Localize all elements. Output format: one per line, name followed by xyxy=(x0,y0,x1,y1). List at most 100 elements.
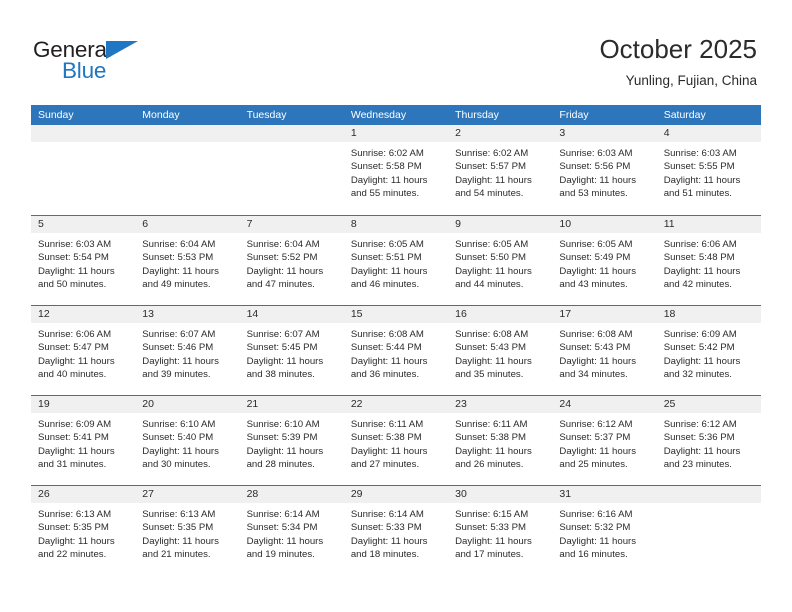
sunrise-text: Sunrise: 6:15 AM xyxy=(455,509,529,520)
logo-text-blue: Blue xyxy=(62,58,107,83)
calendar-day-cell[interactable]: 10 Sunrise: 6:05 AM Sunset: 5:49 PM Dayligh… xyxy=(552,216,657,305)
calendar-day-cell[interactable]: 22 Sunrise: 6:11 AM Sunset: 5:38 PM Dayligh… xyxy=(343,396,449,485)
sunrise-text: Sunrise: 6:02 AM xyxy=(455,148,529,159)
sunset-text: Sunset: 5:38 PM xyxy=(350,432,422,444)
day-detail-block xyxy=(31,142,135,147)
daylight-text-line1: Daylight: 11 hours xyxy=(246,265,324,277)
sunset-text: Sunset: 5:42 PM xyxy=(663,342,735,354)
sunset-text: Sunset: 5:39 PM xyxy=(246,432,318,444)
day-number: 21 xyxy=(239,396,344,413)
calendar-day-cell[interactable]: 15 Sunrise: 6:08 AM Sunset: 5:44 PM Dayligh… xyxy=(343,306,449,395)
calendar-day-cell[interactable]: 3 Sunrise: 6:03 AM Sunset: 5:56 PM Daylight… xyxy=(552,125,657,214)
calendar-day-cell[interactable]: 8 Sunrise: 6:05 AM Sunset: 5:51 PM Daylight… xyxy=(343,216,449,305)
daylight-text-line2: and 35 minutes. xyxy=(455,369,524,381)
calendar-day-cell[interactable]: 13 Sunrise: 6:07 AM Sunset: 5:46 PM Dayligh… xyxy=(135,306,240,395)
calendar-day-cell[interactable]: 29 Sunrise: 6:14 AM Sunset: 5:33 PM Dayligh… xyxy=(343,486,449,575)
calendar-day-cell[interactable]: 21 Sunrise: 6:10 AM Sunset: 5:39 PM Dayligh… xyxy=(239,396,344,485)
day-number: 23 xyxy=(448,396,553,413)
calendar-day-cell[interactable]: 17 Sunrise: 6:08 AM Sunset: 5:43 PM Dayligh… xyxy=(552,306,657,395)
daylight-text-line2: and 36 minutes. xyxy=(350,369,420,381)
calendar-day-cell[interactable]: 14 Sunrise: 6:07 AM Sunset: 5:45 PM Dayligh… xyxy=(239,306,344,395)
calendar-day-cell[interactable]: 12 Sunrise: 6:06 AM Sunset: 5:47 PM Dayligh… xyxy=(31,306,136,395)
day-number: 22 xyxy=(343,396,449,413)
sunset-text: Sunset: 5:52 PM xyxy=(246,252,318,264)
day-number xyxy=(239,125,344,142)
calendar-day-cell[interactable]: 16 Sunrise: 6:08 AM Sunset: 5:43 PM Dayligh… xyxy=(448,306,553,395)
daylight-text-line1: Daylight: 11 hours xyxy=(246,535,324,547)
day-number: 29 xyxy=(343,486,449,503)
calendar-day-cell[interactable]: 19 Sunrise: 6:09 AM Sunset: 5:41 PM Dayligh… xyxy=(31,396,136,485)
daylight-text-line1: Daylight: 11 hours xyxy=(142,535,219,547)
day-number: 14 xyxy=(239,306,344,323)
daylight-text-line2: and 17 minutes. xyxy=(455,549,524,561)
sunrise-text: Sunrise: 6:05 AM xyxy=(455,239,529,250)
day-number: 31 xyxy=(552,486,657,503)
day-detail-block: Sunrise: 6:02 AM Sunset: 5:57 PM Daylight:… xyxy=(448,142,552,201)
calendar-day-cell[interactable]: 28 Sunrise: 6:14 AM Sunset: 5:34 PM Dayligh… xyxy=(239,486,344,575)
calendar-day-cell[interactable]: 5 Sunrise: 6:03 AM Sunset: 5:54 PM Daylight… xyxy=(31,216,136,305)
sunset-text: Sunset: 5:45 PM xyxy=(246,342,318,354)
calendar-day-cell-empty xyxy=(31,125,136,214)
calendar-week-row: 26 Sunrise: 6:13 AM Sunset: 5:35 PM Dayligh… xyxy=(31,485,761,575)
day-detail-block: Sunrise: 6:03 AM Sunset: 5:56 PM Daylight:… xyxy=(552,142,656,201)
sunset-text: Sunset: 5:35 PM xyxy=(38,522,109,534)
daylight-text-line2: and 46 minutes. xyxy=(350,279,420,291)
daylight-text-line2: and 32 minutes. xyxy=(663,369,732,381)
calendar-day-cell[interactable]: 6 Sunrise: 6:04 AM Sunset: 5:53 PM Daylight… xyxy=(135,216,240,305)
sunset-text: Sunset: 5:56 PM xyxy=(559,161,631,173)
sunrise-text: Sunrise: 6:11 AM xyxy=(455,419,528,430)
calendar-day-cell[interactable]: 18 Sunrise: 6:09 AM Sunset: 5:42 PM Dayligh… xyxy=(656,306,761,395)
sunrise-text: Sunrise: 6:03 AM xyxy=(663,148,737,159)
sunset-text: Sunset: 5:57 PM xyxy=(455,161,527,173)
sunrise-text: Sunrise: 6:05 AM xyxy=(350,239,424,250)
calendar-day-cell[interactable]: 25 Sunrise: 6:12 AM Sunset: 5:36 PM Dayligh… xyxy=(656,396,761,485)
calendar-day-cell[interactable]: 9 Sunrise: 6:05 AM Sunset: 5:50 PM Daylight… xyxy=(448,216,553,305)
day-number: 26 xyxy=(31,486,136,503)
day-number: 7 xyxy=(239,216,344,233)
day-number: 6 xyxy=(135,216,240,233)
calendar-day-cell[interactable]: 20 Sunrise: 6:10 AM Sunset: 5:40 PM Dayligh… xyxy=(135,396,240,485)
daylight-text-line1: Daylight: 11 hours xyxy=(246,355,324,367)
day-number: 1 xyxy=(343,125,449,142)
day-detail-block: Sunrise: 6:10 AM Sunset: 5:40 PM Daylight:… xyxy=(135,413,239,472)
day-detail-block: Sunrise: 6:12 AM Sunset: 5:36 PM Daylight:… xyxy=(657,413,761,472)
daylight-text-line2: and 21 minutes. xyxy=(142,549,211,561)
day-detail-block: Sunrise: 6:14 AM Sunset: 5:33 PM Daylight:… xyxy=(344,503,448,562)
calendar-day-cell[interactable]: 23 Sunrise: 6:11 AM Sunset: 5:38 PM Dayligh… xyxy=(448,396,553,485)
daylight-text-line1: Daylight: 11 hours xyxy=(559,535,637,547)
calendar-day-cell[interactable]: 27 Sunrise: 6:13 AM Sunset: 5:35 PM Dayligh… xyxy=(135,486,240,575)
calendar-week-row: 12 Sunrise: 6:06 AM Sunset: 5:47 PM Dayligh… xyxy=(31,305,761,395)
day-detail-block: Sunrise: 6:07 AM Sunset: 5:45 PM Daylight:… xyxy=(240,323,344,382)
daylight-text-line1: Daylight: 11 hours xyxy=(142,265,219,277)
general-blue-logo[interactable]: General Blue xyxy=(33,38,193,84)
day-detail-block: Sunrise: 6:11 AM Sunset: 5:38 PM Daylight:… xyxy=(344,413,448,472)
weekday-header-thursday: Thursday xyxy=(455,109,499,121)
daylight-text-line2: and 43 minutes. xyxy=(559,279,628,291)
calendar-day-cell[interactable]: 31 Sunrise: 6:16 AM Sunset: 5:32 PM Dayligh… xyxy=(552,486,657,575)
day-detail-block: Sunrise: 6:07 AM Sunset: 5:46 PM Daylight:… xyxy=(135,323,239,382)
calendar-day-cell[interactable]: 11 Sunrise: 6:06 AM Sunset: 5:48 PM Dayligh… xyxy=(656,216,761,305)
day-number: 11 xyxy=(656,216,761,233)
daylight-text-line2: and 54 minutes. xyxy=(455,188,524,200)
day-number: 2 xyxy=(448,125,553,142)
calendar-day-cell[interactable]: 7 Sunrise: 6:04 AM Sunset: 5:52 PM Daylight… xyxy=(239,216,344,305)
title-block: October 2025 Yunling, Fujian, China xyxy=(599,33,757,91)
calendar-day-cell[interactable]: 4 Sunrise: 6:03 AM Sunset: 5:55 PM Daylight… xyxy=(656,125,761,214)
calendar-day-cell[interactable]: 1 Sunrise: 6:02 AM Sunset: 5:58 PM Daylight… xyxy=(343,125,449,214)
calendar-day-cell[interactable]: 26 Sunrise: 6:13 AM Sunset: 5:35 PM Dayligh… xyxy=(31,486,136,575)
calendar-day-cell[interactable]: 24 Sunrise: 6:12 AM Sunset: 5:37 PM Dayligh… xyxy=(552,396,657,485)
daylight-text-line1: Daylight: 11 hours xyxy=(559,174,637,186)
sunrise-text: Sunrise: 6:13 AM xyxy=(142,509,216,520)
day-number: 18 xyxy=(656,306,761,323)
day-number: 15 xyxy=(343,306,449,323)
daylight-text-line1: Daylight: 11 hours xyxy=(350,535,428,547)
daylight-text-line2: and 50 minutes. xyxy=(38,279,107,291)
sunrise-text: Sunrise: 6:16 AM xyxy=(559,509,633,520)
calendar-day-cell[interactable]: 30 Sunrise: 6:15 AM Sunset: 5:33 PM Dayligh… xyxy=(448,486,553,575)
calendar-grid: Sunday Monday Tuesday Wednesday Thursday Frid… xyxy=(31,105,761,575)
daylight-text-line2: and 31 minutes. xyxy=(38,459,107,471)
daylight-text-line2: and 16 minutes. xyxy=(559,549,628,561)
day-detail-block: Sunrise: 6:09 AM Sunset: 5:41 PM Daylight:… xyxy=(31,413,135,472)
calendar-day-cell[interactable]: 2 Sunrise: 6:02 AM Sunset: 5:57 PM Daylight… xyxy=(448,125,553,214)
sunrise-text: Sunrise: 6:12 AM xyxy=(559,419,633,430)
